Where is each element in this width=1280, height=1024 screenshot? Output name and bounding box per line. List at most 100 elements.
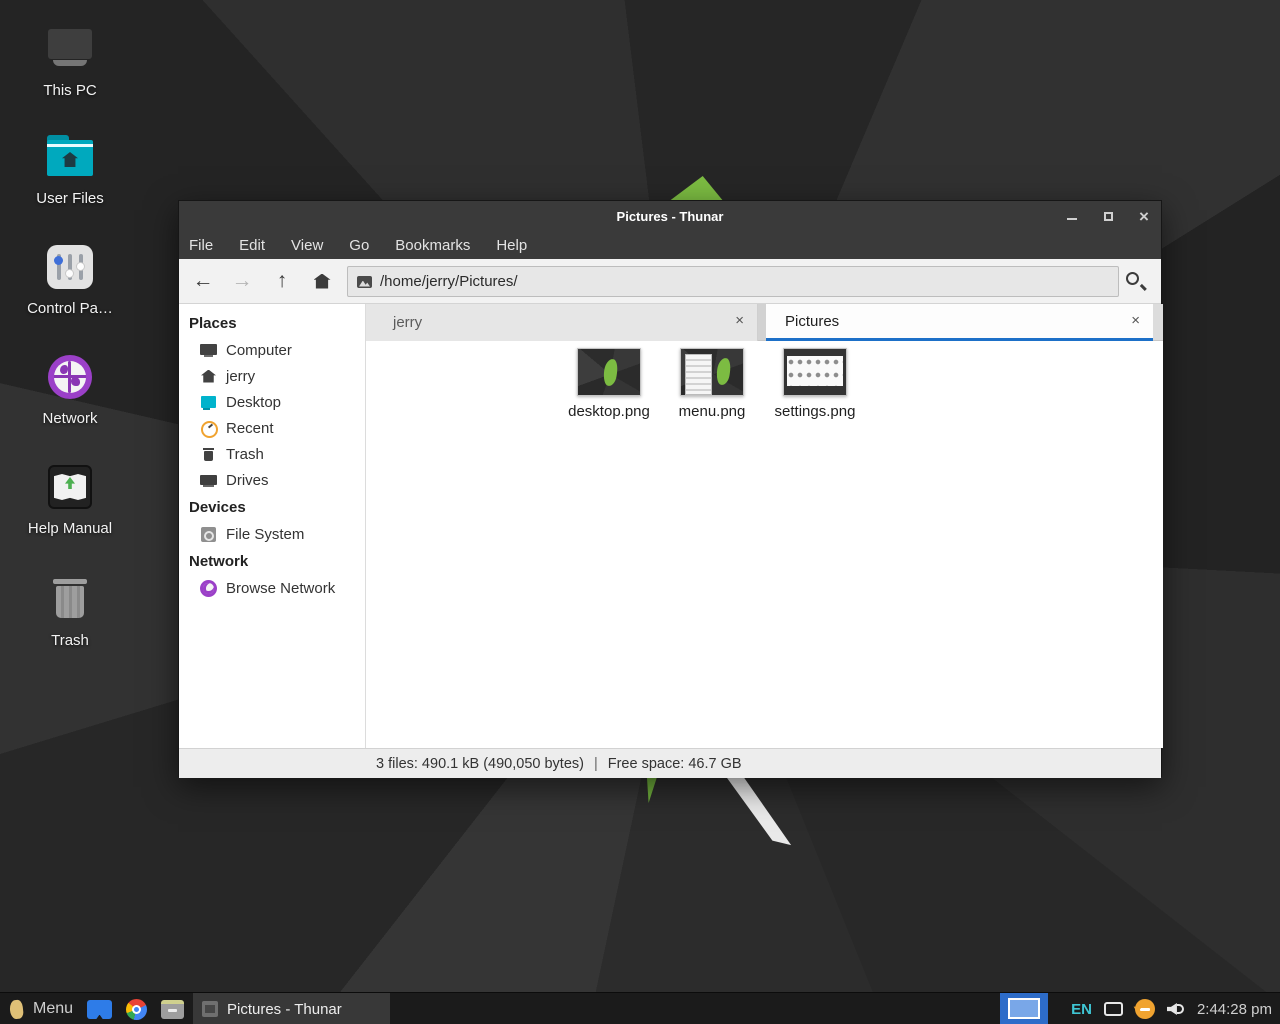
task-button-thunar[interactable]: Pictures - Thunar <box>193 993 390 1024</box>
browser-launcher-icon[interactable] <box>87 1000 112 1019</box>
desktop-icon <box>200 394 217 411</box>
window-titlebar[interactable]: Pictures - Thunar × <box>179 201 1161 231</box>
menu-edit[interactable]: Edit <box>239 237 265 254</box>
desktop-icon-label: Control Pa… <box>27 300 113 317</box>
tab-pictures[interactable]: Pictures × <box>766 304 1153 341</box>
side-pane: Places Computer jerry Desktop Recent Tra… <box>179 304 366 748</box>
workspace-window-outline <box>1008 998 1040 1019</box>
minimize-button[interactable] <box>1065 209 1079 223</box>
trash-can-icon <box>45 575 95 623</box>
file-menu-png[interactable]: menu.png <box>664 348 760 420</box>
sidebar-item-browse-network[interactable]: Browse Network <box>179 575 365 601</box>
tab-close-icon[interactable]: × <box>1131 312 1140 329</box>
desktop-icon-user-files[interactable]: User Files <box>14 133 126 207</box>
file-name: desktop.png <box>568 403 650 420</box>
back-button[interactable]: ← <box>189 267 217 295</box>
desktop-icon-this-pc[interactable]: This PC <box>14 25 126 99</box>
forward-button[interactable]: → <box>228 267 256 295</box>
path-bar[interactable]: /home/jerry/Pictures/ <box>347 266 1119 297</box>
menu-help[interactable]: Help <box>496 237 527 254</box>
keyboard-layout-indicator[interactable]: EN <box>1071 1001 1092 1018</box>
thunar-window: Pictures - Thunar × File Edit View Go Bo… <box>178 200 1162 777</box>
sidebar-item-label: File System <box>226 526 304 543</box>
desktop-icon-control-panel[interactable]: Control Pa… <box>14 243 126 317</box>
desktop-icon-label: User Files <box>36 190 104 207</box>
search-icon <box>1126 272 1139 285</box>
sidebar-item-file-system[interactable]: File System <box>179 521 365 547</box>
status-free-space: Free space: 46.7 GB <box>608 756 742 772</box>
chrome-launcher-icon[interactable] <box>126 999 147 1020</box>
desktop-icon-label: Network <box>42 410 97 427</box>
sidebar-item-computer[interactable]: Computer <box>179 337 365 363</box>
clock[interactable]: 2:44:28 pm <box>1197 1001 1272 1018</box>
desktop-png-thumbnail <box>577 348 641 396</box>
sidebar-item-drives[interactable]: Drives <box>179 467 365 493</box>
this-pc-icon <box>45 25 95 73</box>
search-button[interactable] <box>1123 269 1149 295</box>
desktop-icon-label: Help Manual <box>28 520 112 537</box>
tab-jerry[interactable]: jerry × <box>366 304 758 341</box>
maximize-button[interactable] <box>1101 209 1115 223</box>
desktop-icon-network[interactable]: Network <box>14 353 126 427</box>
file-settings-png[interactable]: settings.png <box>767 348 863 420</box>
menu-view[interactable]: View <box>291 237 323 254</box>
desktop-wallpaper: This PC User Files Control Pa… Network H… <box>0 0 1280 1024</box>
sidebar-item-recent[interactable]: Recent <box>179 415 365 441</box>
home-button[interactable] <box>308 267 336 295</box>
tab-strip: jerry × Pictures × <box>366 304 1163 341</box>
help-manual-icon <box>45 463 95 511</box>
menu-bar: File Edit View Go Bookmarks Help <box>179 231 1161 259</box>
file-manager-launcher-icon[interactable] <box>161 1000 184 1019</box>
file-name: menu.png <box>679 403 746 420</box>
home-icon <box>200 368 217 385</box>
sidebar-item-desktop[interactable]: Desktop <box>179 389 365 415</box>
sidebar-item-trash[interactable]: Trash <box>179 441 365 467</box>
desktop-icon-trash[interactable]: Trash <box>14 575 126 649</box>
sidebar-header-devices: Devices <box>179 493 365 521</box>
file-name: settings.png <box>775 403 856 420</box>
menu-png-thumbnail <box>680 348 744 396</box>
start-menu-label: Menu <box>33 1000 73 1018</box>
status-separator: | <box>594 756 598 772</box>
sidebar-item-label: Browse Network <box>226 580 335 597</box>
menu-go[interactable]: Go <box>349 237 369 254</box>
display-tray-icon[interactable] <box>1104 1002 1123 1016</box>
sidebar-item-jerry[interactable]: jerry <box>179 363 365 389</box>
file-view[interactable]: desktop.png menu.png settings.png <box>366 341 1163 748</box>
file-system-disk-icon <box>200 526 217 543</box>
up-button[interactable]: ↑ <box>268 267 296 295</box>
taskbar: Menu >_ Pictures - Thunar EN 2:44:28 pm <box>0 992 1280 1024</box>
thunar-task-icon <box>202 1001 218 1017</box>
window-title: Pictures - Thunar <box>617 209 724 224</box>
menu-bookmarks[interactable]: Bookmarks <box>395 237 470 254</box>
desktop-icon-help-manual[interactable]: Help Manual <box>14 463 126 537</box>
workspace-switcher[interactable] <box>1000 993 1048 1024</box>
update-manager-icon[interactable] <box>1135 999 1155 1019</box>
settings-png-thumbnail <box>783 348 847 396</box>
desktop-icon-label: Trash <box>51 632 89 649</box>
sidebar-header-places: Places <box>179 309 365 337</box>
close-button[interactable]: × <box>1137 209 1151 223</box>
network-globe-icon <box>45 353 95 401</box>
status-files-text: 3 files: 490.1 kB (490,050 bytes) <box>376 756 584 772</box>
menu-file[interactable]: File <box>189 237 213 254</box>
sidebar-item-label: jerry <box>226 368 255 385</box>
task-button-label: Pictures - Thunar <box>227 1001 342 1018</box>
start-menu-button[interactable]: Menu <box>10 1000 73 1019</box>
computer-icon <box>200 342 217 359</box>
sidebar-item-label: Computer <box>226 342 292 359</box>
trash-icon <box>200 446 217 463</box>
tab-label: jerry <box>366 314 422 331</box>
toolbar: ← → ↑ /home/jerry/Pictures/ <box>179 259 1161 304</box>
distro-logo-icon <box>9 999 24 1019</box>
sidebar-header-network: Network <box>179 547 365 575</box>
sidebar-item-label: Trash <box>226 446 264 463</box>
wallpaper-green-sliver <box>643 777 657 803</box>
user-files-folder-icon <box>45 133 95 181</box>
wallpaper-white-blade <box>722 777 794 851</box>
pictures-folder-icon <box>357 276 372 288</box>
tab-close-icon[interactable]: × <box>735 312 744 329</box>
volume-icon[interactable] <box>1167 1001 1185 1017</box>
file-desktop-png[interactable]: desktop.png <box>561 348 657 420</box>
wallpaper-green-triangle <box>668 176 724 202</box>
